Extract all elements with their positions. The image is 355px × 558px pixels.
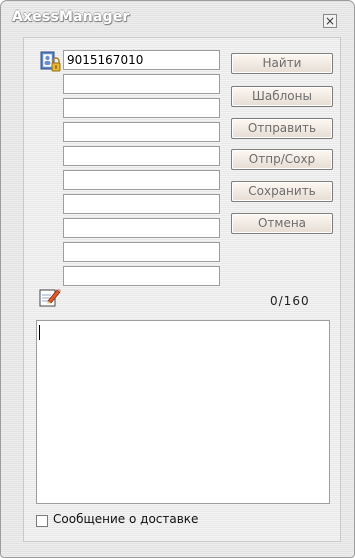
- character-counter: 0/160: [270, 294, 310, 308]
- recipient-field-7[interactable]: [63, 194, 220, 214]
- recipient-field-4[interactable]: [63, 122, 220, 142]
- delivery-report-label[interactable]: Сообщение о доставке: [53, 512, 198, 526]
- send-save-button[interactable]: Отпр/Сохр: [231, 149, 333, 170]
- recipient-field-6[interactable]: [63, 170, 220, 190]
- message-textarea[interactable]: [36, 320, 330, 504]
- find-button[interactable]: Найти: [231, 53, 333, 74]
- delivery-report-checkbox[interactable]: [36, 515, 48, 527]
- window-title: AxessManager: [12, 9, 130, 25]
- recipient-field-8[interactable]: [63, 218, 220, 238]
- close-button[interactable]: ×: [323, 14, 337, 28]
- title-bar[interactable]: AxessManager ×: [1, 1, 354, 28]
- close-icon: ×: [324, 14, 336, 28]
- edit-note-icon[interactable]: [39, 287, 61, 307]
- text-caret: [39, 325, 40, 340]
- recipient-field-2[interactable]: [63, 74, 220, 94]
- recipient-field-10[interactable]: [63, 266, 220, 286]
- recipient-field-3[interactable]: [63, 98, 220, 118]
- recipient-field-9[interactable]: [63, 242, 220, 262]
- save-button[interactable]: Сохранить: [231, 181, 333, 202]
- recipient-field-1[interactable]: 9015167010: [63, 50, 220, 70]
- send-button[interactable]: Отправить: [231, 118, 333, 139]
- app-window: AxessManager × 9015167010 Найти Шаблоны …: [0, 0, 355, 558]
- templates-button[interactable]: Шаблоны: [231, 86, 333, 107]
- cancel-button[interactable]: Отмена: [231, 213, 333, 234]
- contact-book-icon[interactable]: [40, 51, 62, 73]
- recipient-field-5[interactable]: [63, 146, 220, 166]
